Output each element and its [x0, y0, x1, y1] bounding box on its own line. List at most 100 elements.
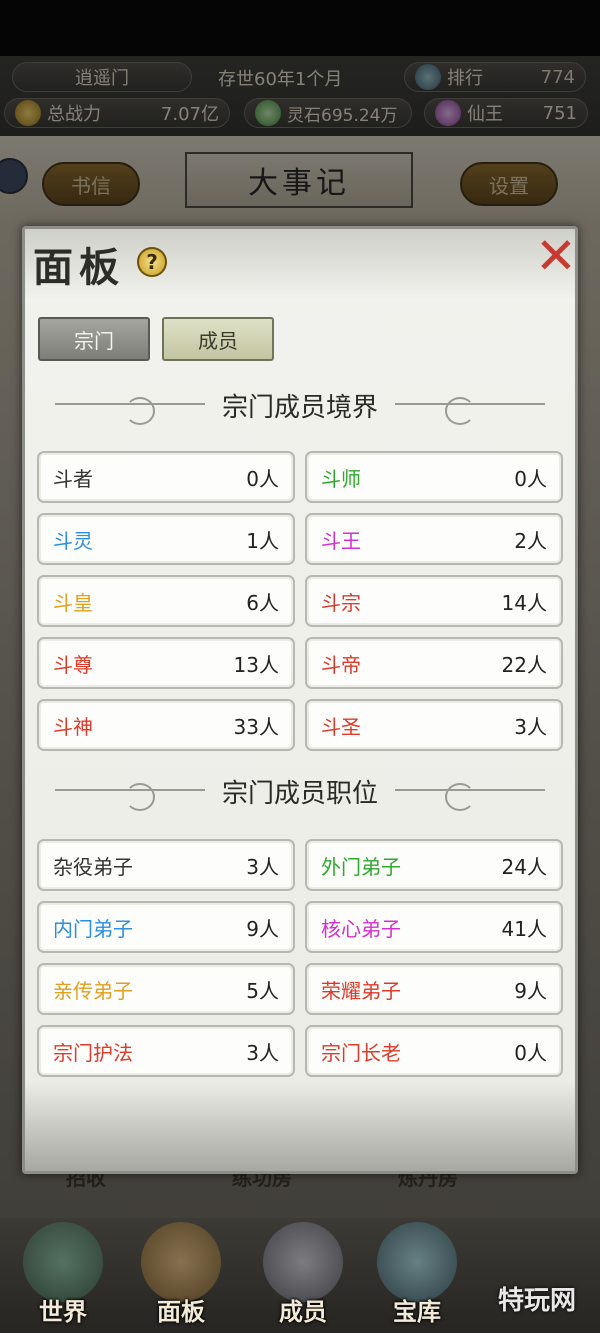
panel-title: 面板: [33, 244, 125, 291]
power-value: 7.07亿: [160, 104, 219, 125]
position-cell: 宗门长老 0人: [305, 1025, 563, 1077]
realm-name: 斗神: [53, 714, 93, 739]
panel-cloud-bottom: [25, 1081, 575, 1171]
nav-world-label: 世界: [39, 1298, 87, 1326]
nav-panel-label: 面板: [157, 1298, 205, 1326]
tab-chengyuan[interactable]: 成员: [162, 317, 274, 361]
realm-cell: 斗帝 22人: [305, 637, 563, 689]
tab-zongmen[interactable]: 宗门: [38, 317, 150, 361]
realm-cell: 斗王 2人: [305, 513, 563, 565]
lingshi-value: 灵石695.24万: [287, 105, 398, 126]
realm-name: 斗帝: [321, 652, 361, 677]
position-name: 宗门长老: [321, 1040, 401, 1065]
position-count: 9人: [246, 916, 279, 941]
position-count: 5人: [246, 978, 279, 1003]
scroll-icon: [141, 1222, 221, 1302]
realm-count: 2人: [514, 528, 547, 553]
realm-count: 13人: [233, 652, 279, 677]
realm-name: 斗宗: [321, 590, 361, 615]
position-cell: 亲传弟子 5人: [37, 963, 295, 1015]
realm-count: 3人: [514, 714, 547, 739]
world-icon: [23, 1222, 103, 1302]
xianwang-pill: 仙王 751: [424, 98, 588, 128]
power-icon: [15, 100, 41, 126]
position-count: 24人: [501, 854, 547, 879]
realm-name: 斗灵: [53, 528, 93, 553]
realm-section-header: 宗门成员境界: [55, 385, 545, 425]
realm-cell: 斗神 33人: [37, 699, 295, 751]
position-name: 内门弟子: [53, 916, 133, 941]
realm-section-title: 宗门成员境界: [221, 392, 378, 423]
era-text: 存世60年1个月: [218, 69, 343, 90]
position-name: 荣耀弟子: [321, 978, 401, 1003]
position-count: 41人: [501, 916, 547, 941]
position-count: 0人: [514, 1040, 547, 1065]
realm-count: 14人: [501, 590, 547, 615]
realm-name: 斗者: [53, 466, 93, 491]
rank-pill[interactable]: 排行 774: [404, 62, 586, 92]
realm-name: 斗圣: [321, 714, 361, 739]
realm-cell: 斗者 0人: [37, 451, 295, 503]
realm-count: 33人: [233, 714, 279, 739]
position-name: 核心弟子: [321, 916, 401, 941]
nav-member-label: 成员: [279, 1298, 327, 1326]
position-count: 3人: [246, 854, 279, 879]
position-cell: 核心弟子 41人: [305, 901, 563, 953]
power-pill: 总战力 7.07亿: [4, 98, 230, 128]
position-name: 宗门护法: [53, 1040, 133, 1065]
realm-cell: 斗宗 14人: [305, 575, 563, 627]
nav-member[interactable]: 成员: [248, 1218, 358, 1333]
position-cell: 外门弟子 24人: [305, 839, 563, 891]
realm-count: 22人: [501, 652, 547, 677]
realm-cell: 斗尊 13人: [37, 637, 295, 689]
members-panel: 面板 ? ✕ 宗门 成员 宗门成员境界 斗者 0人 斗师 0人 斗灵 1人 斗王 2人 斗皇 6人…: [22, 226, 578, 1174]
position-cell: 宗门护法 3人: [37, 1025, 295, 1077]
xianwang-icon: [435, 100, 461, 126]
settings-button[interactable]: 设置: [460, 162, 558, 206]
realm-name: 斗皇: [53, 590, 93, 615]
nav-panel[interactable]: 面板: [126, 1218, 236, 1333]
position-count: 3人: [246, 1040, 279, 1065]
watermark: 特玩网: [498, 1286, 577, 1316]
nav-world[interactable]: 世界: [8, 1218, 118, 1333]
rank-label: 排行: [447, 68, 483, 89]
xianwang-label: 仙王: [467, 104, 503, 125]
sect-name-pill[interactable]: 逍遥门: [12, 62, 192, 92]
sect-name: 逍遥门: [75, 68, 129, 89]
position-cell: 内门弟子 9人: [37, 901, 295, 953]
position-cell: 荣耀弟子 9人: [305, 963, 563, 1015]
status-bar: 逍遥门 存世60年1个月 排行 774 总战力 7.07亿 灵石695.24万 …: [0, 56, 600, 136]
realm-name: 斗师: [321, 466, 361, 491]
position-count: 9人: [514, 978, 547, 1003]
realm-name: 斗尊: [53, 652, 93, 677]
help-icon[interactable]: ?: [137, 247, 167, 277]
treasury-icon: [377, 1222, 457, 1302]
close-icon[interactable]: ✕: [533, 231, 579, 281]
position-section-title: 宗门成员职位: [221, 778, 378, 809]
nav-treasury-label: 宝库: [393, 1298, 441, 1326]
lingshi-icon: [255, 100, 281, 126]
realm-count: 1人: [246, 528, 279, 553]
position-name: 外门弟子: [321, 854, 401, 879]
realm-cell: 斗师 0人: [305, 451, 563, 503]
realm-cell: 斗圣 3人: [305, 699, 563, 751]
rank-value: 774: [540, 66, 575, 88]
position-name: 亲传弟子: [53, 978, 133, 1003]
position-name: 杂役弟子: [53, 854, 133, 879]
realm-count: 0人: [246, 466, 279, 491]
rank-icon: [415, 64, 441, 90]
nav-treasury[interactable]: 宝库: [362, 1218, 472, 1333]
realm-count: 6人: [246, 590, 279, 615]
realm-name: 斗王: [321, 528, 361, 553]
realm-count: 0人: [514, 466, 547, 491]
member-icon: [263, 1222, 343, 1302]
xianwang-value: 751: [542, 102, 577, 124]
realm-cell: 斗皇 6人: [37, 575, 295, 627]
top-black-bar: [0, 0, 600, 56]
power-label: 总战力: [47, 104, 101, 125]
position-section-header: 宗门成员职位: [55, 771, 545, 811]
position-cell: 杂役弟子 3人: [37, 839, 295, 891]
shuxin-button[interactable]: 书信: [42, 162, 140, 206]
background-title: 大事记: [185, 152, 413, 208]
lingshi-pill: 灵石695.24万: [244, 98, 412, 128]
